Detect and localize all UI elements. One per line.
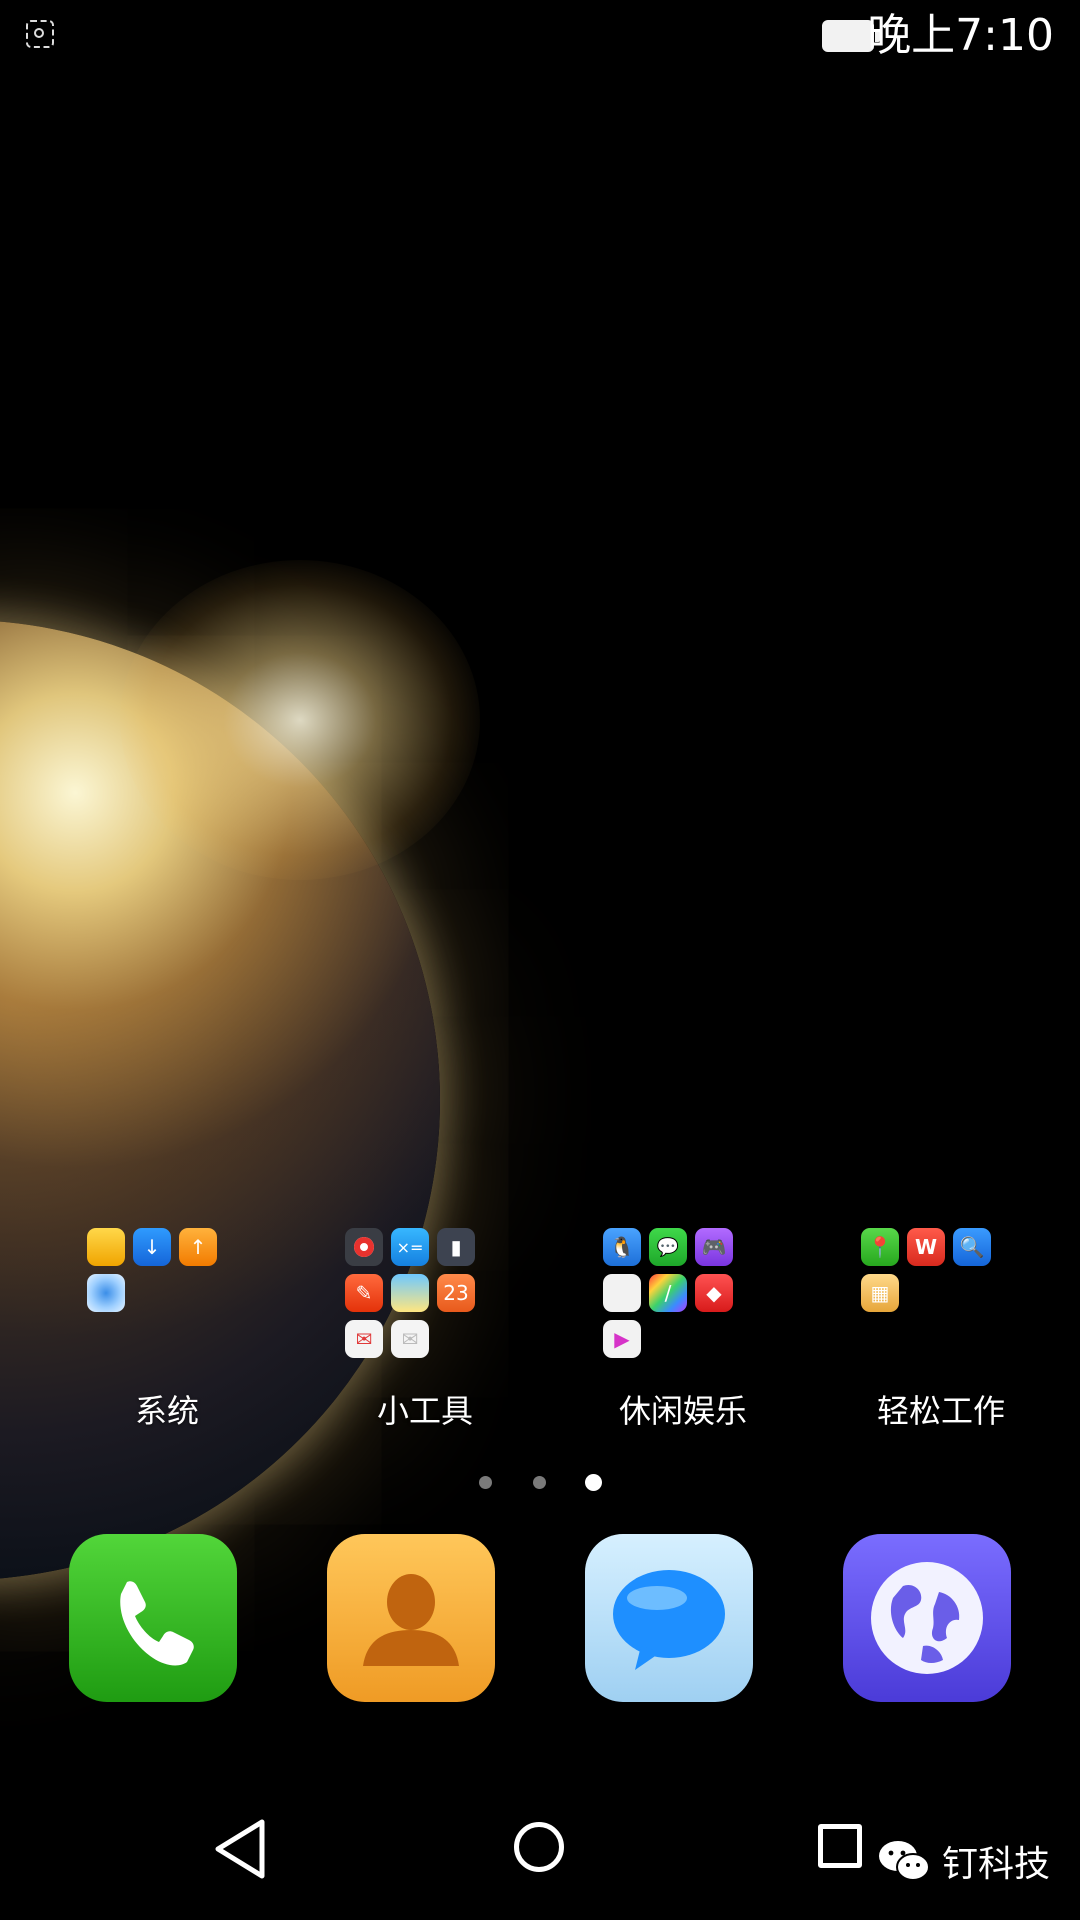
back-icon: [215, 1819, 265, 1879]
folder-label: 休闲娱乐: [618, 1392, 747, 1430]
contacts-icon: [363, 1574, 459, 1666]
compass-icon: ✎: [345, 1274, 383, 1312]
calculator-icon: ×=: [391, 1228, 429, 1266]
phone-icon: [120, 1581, 194, 1666]
wps-office-icon: W: [907, 1228, 945, 1266]
watermark-text: 钉科技: [942, 1844, 1051, 1885]
contacts-app[interactable]: [327, 1534, 495, 1702]
video-icon: ▶: [603, 1320, 641, 1358]
folder-tools[interactable]: ×= ▮ ✎ 23 ✉ ✉ 小工具: [345, 1228, 515, 1438]
back-button[interactable]: [210, 1816, 270, 1886]
messages-icon: [613, 1570, 725, 1670]
sim-toolkit-icon: ▦: [861, 1274, 899, 1312]
folder-work[interactable]: 📍 W 🔍 ▦ 轻松工作: [861, 1228, 1031, 1438]
folder-system[interactable]: ↓ ↑ 系统: [87, 1228, 257, 1438]
weather-icon: [391, 1274, 429, 1312]
calendar-icon: 23: [437, 1274, 475, 1312]
note-icon: ✉: [391, 1320, 429, 1358]
folder-preview: 🐧 💬 🎮 / ◆ ▶: [603, 1228, 753, 1368]
sunrise-glow: [120, 560, 480, 880]
screenshot-icon: [26, 20, 54, 48]
search-icon: 🔍: [953, 1228, 991, 1266]
folder-preview: ×= ▮ ✎ 23 ✉ ✉: [345, 1228, 495, 1368]
file-manager-icon: [87, 1228, 125, 1266]
puzzle-icon: ◆: [695, 1274, 733, 1312]
phone-app[interactable]: [69, 1534, 237, 1702]
flashlight-icon: ▮: [437, 1228, 475, 1266]
watermark: 钉科技: [876, 1838, 1051, 1885]
recorder-icon: [345, 1228, 383, 1266]
safari-compass-icon: [87, 1274, 125, 1312]
page-dot[interactable]: [533, 1476, 546, 1489]
theme-icon: /: [649, 1274, 687, 1312]
recent-apps-button[interactable]: [818, 1824, 862, 1868]
maps-icon: 📍: [861, 1228, 899, 1266]
messages-app[interactable]: [585, 1534, 753, 1702]
qq-icon: 🐧: [603, 1228, 641, 1266]
folder-label: 轻松工作: [876, 1392, 1005, 1430]
page-dot[interactable]: [479, 1476, 492, 1489]
status-time: 晚上7:10: [867, 10, 1054, 61]
folder-preview: ↓ ↑: [87, 1228, 237, 1368]
status-bar: 晚上7:10: [0, 0, 1080, 72]
battery-icon: [822, 20, 880, 52]
wechat-icon: 💬: [649, 1228, 687, 1266]
folder-entertainment[interactable]: 🐧 💬 🎮 / ◆ ▶ 休闲娱乐: [603, 1228, 773, 1438]
game-icon: 🎮: [695, 1228, 733, 1266]
browser-app[interactable]: [843, 1534, 1011, 1702]
folder-label: 小工具: [376, 1392, 473, 1430]
download-icon: ↓: [133, 1228, 171, 1266]
page-dot-active[interactable]: [585, 1474, 602, 1491]
home-button[interactable]: [514, 1822, 564, 1872]
folder-label: 系统: [134, 1392, 199, 1430]
page-indicator: [0, 1474, 1080, 1494]
mail-icon: ✉: [345, 1320, 383, 1358]
update-icon: ↑: [179, 1228, 217, 1266]
browser-icon: [871, 1562, 983, 1674]
folder-preview: 📍 W 🔍 ▦: [861, 1228, 1011, 1368]
app-store-icon: [603, 1274, 641, 1312]
wechat-logo-icon: [879, 1841, 930, 1881]
